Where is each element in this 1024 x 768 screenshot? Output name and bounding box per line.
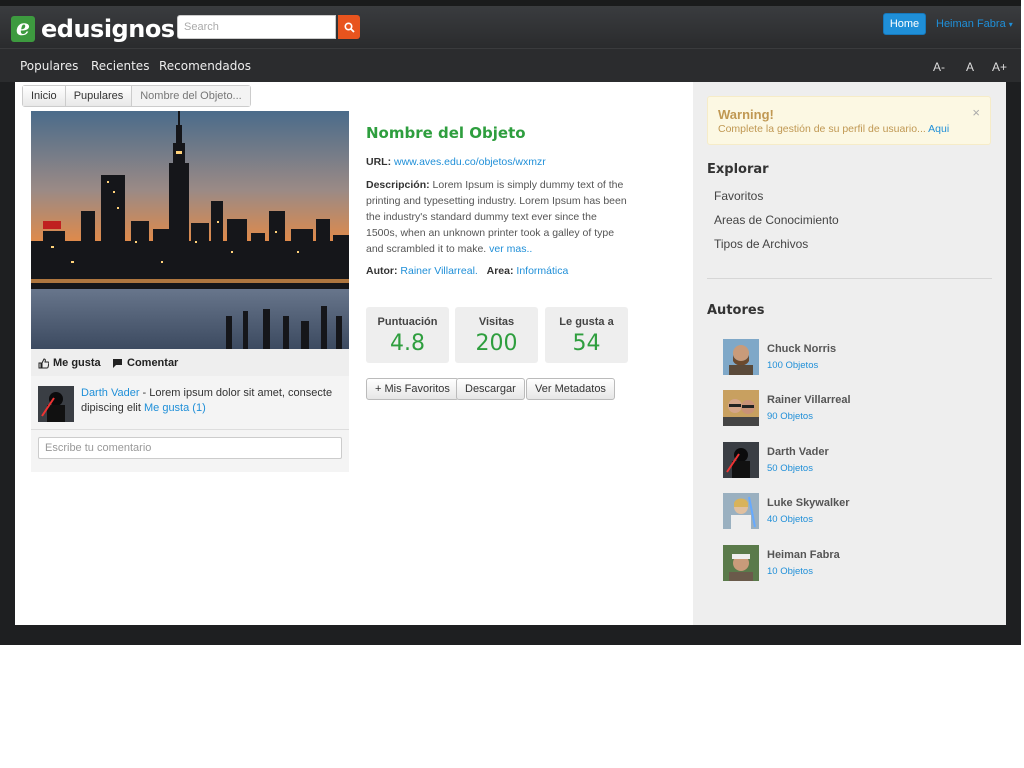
author-count[interactable]: 50 Objetos: [767, 463, 813, 474]
area-label: Area:: [486, 265, 514, 277]
author-item[interactable]: Luke Skywalker 40 Objetos: [723, 493, 963, 529]
authors-heading: Autores: [707, 303, 765, 318]
sidebar: Warning! Complete la gestión de su perfi…: [693, 82, 1006, 625]
sidebar-item-favoritos[interactable]: Favoritos: [714, 189, 763, 203]
author-name: Rainer Villarreal: [767, 394, 851, 406]
thumbs-up-icon: [38, 357, 49, 368]
author-count[interactable]: 90 Objetos: [767, 411, 813, 422]
avatar: [723, 390, 759, 426]
stat-label: Puntuación: [377, 316, 438, 328]
author-name: Luke Skywalker: [767, 497, 850, 509]
top-bar: e edusignos Home Heiman Fabra▾: [0, 0, 1021, 48]
home-button[interactable]: Home: [883, 13, 926, 35]
main-content: Inicio Pupulares Nombre del Objeto... Me…: [15, 82, 693, 625]
comment-button[interactable]: Comentar: [112, 357, 178, 369]
author-count[interactable]: 10 Objetos: [767, 566, 813, 577]
author-name: Heiman Fabra: [767, 549, 840, 561]
stat-label: Visitas: [478, 316, 515, 328]
search-icon: [343, 21, 355, 33]
user-name: Heiman Fabra: [936, 18, 1006, 30]
avatar: [723, 493, 759, 529]
object-description: Descripción: Lorem Ipsum is simply dummy…: [366, 177, 631, 257]
avatar: [723, 442, 759, 478]
stat-value: 200: [475, 331, 518, 356]
close-icon[interactable]: ×: [972, 105, 980, 120]
breadcrumb-inicio[interactable]: Inicio: [23, 86, 66, 106]
author-item[interactable]: Darth Vader 50 Objetos: [723, 442, 963, 478]
user-menu[interactable]: Heiman Fabra ▾: [936, 18, 1013, 30]
warning-title: Warning!: [718, 107, 774, 122]
warning-text: Complete la gestión de su perfil de usua…: [718, 123, 949, 135]
like-label: Me gusta: [53, 357, 101, 369]
sidebar-item-areas[interactable]: Areas de Conocimiento: [714, 213, 839, 227]
download-button[interactable]: Descargar: [456, 378, 525, 400]
author-item[interactable]: Heiman Fabra 10 Objetos: [723, 545, 963, 581]
author-count[interactable]: 40 Objetos: [767, 514, 813, 525]
avatar: [723, 339, 759, 375]
comment-input[interactable]: [38, 437, 342, 459]
avatar: [38, 386, 74, 422]
stat-label: Le gusta a: [559, 316, 614, 328]
app-frame: e edusignos Home Heiman Fabra▾ Populares…: [0, 0, 1021, 645]
font-reset-button[interactable]: A: [966, 60, 974, 74]
url-label: URL:: [366, 156, 392, 168]
author-item[interactable]: Chuck Norris 100 Objetos: [723, 339, 963, 375]
search-input[interactable]: [177, 15, 336, 39]
nav-item-recomendados[interactable]: Recomendados: [159, 59, 251, 73]
breadcrumb-populares[interactable]: Pupulares: [65, 86, 133, 106]
stat-score: Puntuación 4.8: [366, 307, 449, 363]
stat-value: 4.8: [390, 331, 425, 356]
warning-link[interactable]: Aqui: [928, 123, 949, 135]
divider: [31, 429, 349, 430]
explore-heading: Explorar: [707, 162, 769, 177]
see-more-link[interactable]: ver mas..: [489, 243, 532, 255]
nav-bar: Populares Recientes Recomendados A- A A+: [0, 48, 1021, 82]
author-link[interactable]: Rainer Villarreal.: [400, 265, 477, 277]
font-increase-button[interactable]: A+: [992, 60, 1007, 74]
breadcrumb-current: Nombre del Objeto...: [132, 86, 250, 106]
comment-label: Comentar: [127, 357, 179, 369]
breadcrumb: Inicio Pupulares Nombre del Objeto...: [22, 85, 251, 107]
comment-author-link[interactable]: Darth Vader: [81, 387, 140, 399]
search-button[interactable]: [338, 15, 360, 39]
comments-panel: Darth Vader - Lorem ipsum dolor sit amet…: [31, 376, 349, 472]
nav-item-populares[interactable]: Populares: [20, 59, 78, 73]
stat-visits: Visitas 200: [455, 307, 538, 363]
object-author-area: Autor: Rainer Villarreal. Area: Informát…: [366, 263, 631, 279]
comment-icon: [113, 358, 122, 368]
author-label: Autor:: [366, 265, 398, 277]
stat-value: 54: [572, 331, 601, 356]
logo[interactable]: e edusignos: [11, 15, 175, 43]
avatar: [723, 545, 759, 581]
social-bar: Me gusta Comentar: [31, 349, 349, 376]
stat-likes: Le gusta a 54: [545, 307, 628, 363]
comment-likes-link[interactable]: Me gusta (1): [144, 402, 206, 414]
object-image: [31, 111, 349, 349]
chevron-down-icon: ▾: [1008, 20, 1013, 29]
comment-text: Darth Vader - Lorem ipsum dolor sit amet…: [81, 386, 341, 416]
logo-mark: e: [11, 16, 35, 42]
nav-item-recientes[interactable]: Recientes: [91, 59, 149, 73]
add-favorites-button[interactable]: + Mis Favoritos: [366, 378, 459, 400]
author-name: Chuck Norris: [767, 343, 837, 355]
sidebar-item-tipos[interactable]: Tipos de Archivos: [714, 237, 808, 251]
object-title: Nombre del Objeto: [366, 124, 526, 142]
author-name: Darth Vader: [767, 446, 829, 458]
like-button[interactable]: Me gusta: [38, 357, 101, 369]
author-item[interactable]: Rainer Villarreal 90 Objetos: [723, 390, 963, 426]
area-link[interactable]: Informática: [516, 265, 568, 277]
author-count[interactable]: 100 Objetos: [767, 360, 818, 371]
warning-alert: Warning! Complete la gestión de su perfi…: [707, 96, 991, 145]
logo-text: edusignos: [41, 15, 175, 43]
view-metadata-button[interactable]: Ver Metadatos: [526, 378, 615, 400]
warning-message: Complete la gestión de su perfil de usua…: [718, 123, 926, 135]
object-url-link[interactable]: www.aves.edu.co/objetos/wxmzr: [394, 156, 546, 168]
font-decrease-button[interactable]: A-: [933, 60, 945, 74]
description-label: Descripción:: [366, 179, 430, 191]
divider: [707, 278, 992, 279]
object-url: URL: www.aves.edu.co/objetos/wxmzr: [366, 154, 631, 170]
